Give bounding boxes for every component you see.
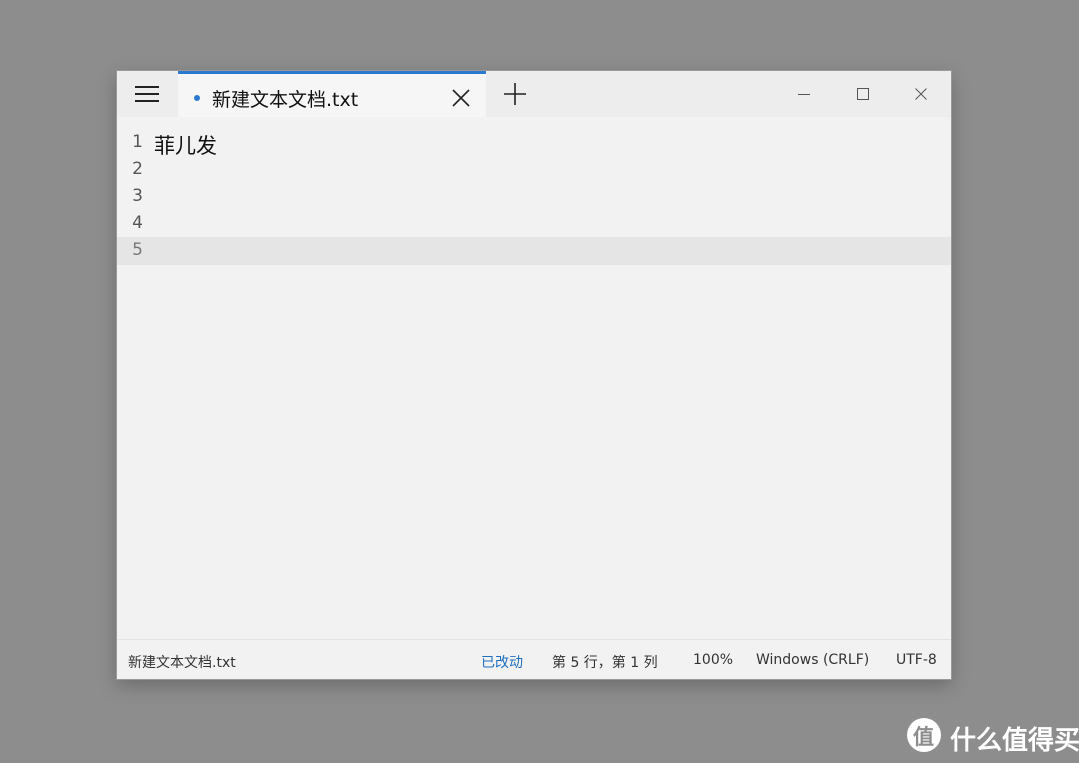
status-encoding[interactable]: UTF-8 (896, 652, 937, 668)
maximize-button[interactable] (848, 79, 878, 109)
maximize-icon (857, 88, 869, 100)
watermark-logo: 值 (907, 718, 941, 752)
unsaved-dot-icon (194, 95, 200, 101)
editor-line: 2 (117, 156, 951, 184)
line-number: 5 (132, 240, 143, 260)
editor-line: 1 菲儿发 (117, 129, 951, 158)
title-bar: 新建文本文档.txt (117, 71, 951, 117)
close-icon[interactable] (450, 87, 472, 109)
menu-button[interactable] (117, 71, 177, 117)
editor-line-current: 5 (117, 237, 951, 265)
notepad-window: 新建文本文档.txt 1 菲儿发 2 3 4 5 新建文本文档.txt 已改动 … (117, 71, 951, 679)
line-number: 4 (132, 213, 143, 233)
status-modified: 已改动 (481, 655, 523, 671)
minimize-icon (798, 94, 810, 95)
plus-icon[interactable] (501, 80, 529, 108)
minimize-button[interactable] (789, 79, 819, 109)
close-icon (915, 88, 927, 100)
editor-line: 4 (117, 210, 951, 238)
tab-title: 新建文本文档.txt (212, 89, 359, 111)
close-button[interactable] (906, 79, 936, 109)
watermark-text: 什么值得买 (950, 726, 1079, 756)
text-editor[interactable]: 1 菲儿发 2 3 4 5 (117, 117, 951, 639)
status-bar: 新建文本文档.txt 已改动 第 5 行，第 1 列 100% Windows … (117, 639, 951, 679)
status-zoom[interactable]: 100% (693, 652, 733, 668)
editor-line: 3 (117, 183, 951, 211)
status-line-ending[interactable]: Windows (CRLF) (756, 652, 869, 668)
line-number: 3 (132, 186, 143, 206)
watermark-logo-text: 值 (913, 725, 934, 749)
line-number: 1 (132, 132, 143, 152)
tab-document[interactable]: 新建文本文档.txt (178, 71, 486, 117)
status-cursor-position: 第 5 行，第 1 列 (552, 655, 658, 671)
status-filename: 新建文本文档.txt (128, 655, 236, 671)
line-number: 2 (132, 159, 143, 179)
hamburger-icon (135, 86, 159, 102)
